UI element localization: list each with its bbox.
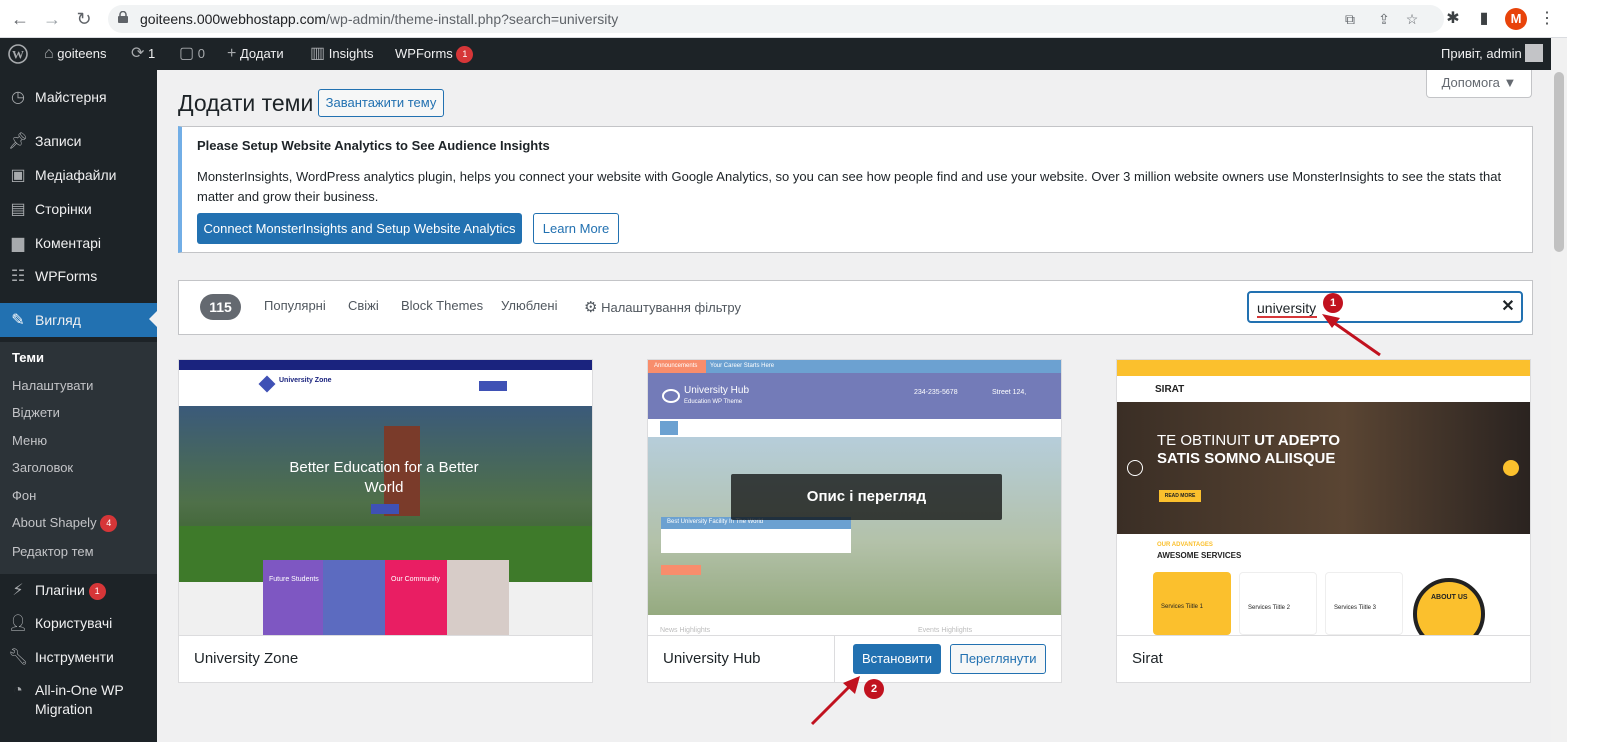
page-scrollbar[interactable] bbox=[1551, 38, 1567, 742]
arrow-1-line bbox=[1329, 318, 1381, 357]
step-marker-1: 1 bbox=[1323, 293, 1343, 313]
step-marker-2: 2 bbox=[864, 679, 884, 699]
scroll-thumb[interactable] bbox=[1554, 72, 1564, 252]
arrow-2-line bbox=[810, 682, 854, 726]
window-edge bbox=[1567, 0, 1599, 742]
annotation-layer bbox=[810, 314, 1381, 726]
